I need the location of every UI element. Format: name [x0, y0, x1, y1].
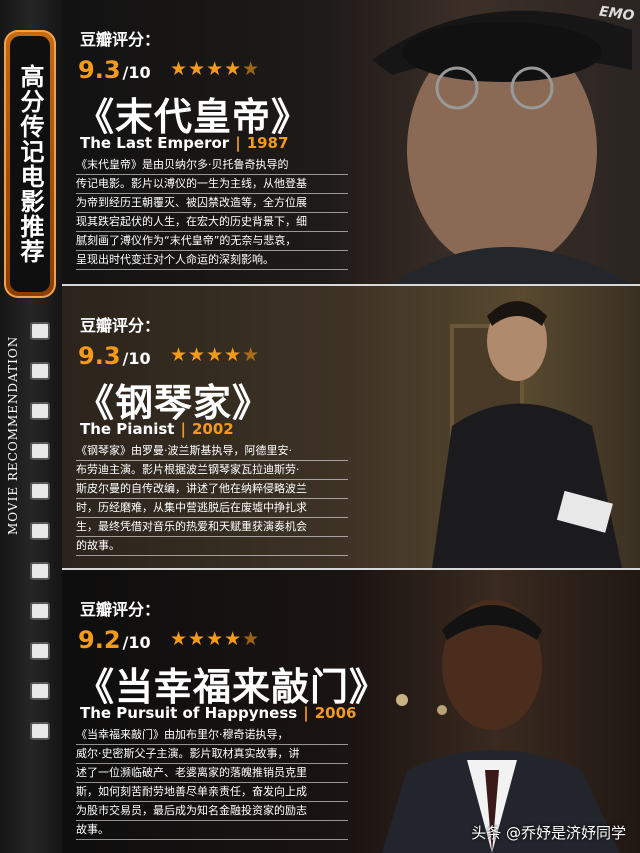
rating-stars: ★★★★★ [170, 58, 261, 80]
category-tab: 高分传记电影推荐 [4, 30, 56, 298]
movie-title-en: The Pianist | 2002 [80, 420, 234, 438]
movie-still-2 [432, 301, 622, 568]
rating-label: 豆瓣评分： [80, 30, 161, 49]
rating-score: 9.3/10 [78, 342, 151, 370]
film-strip: 高分传记电影推荐 MOVIE RECOMMENDATION [0, 0, 62, 853]
sprocket-hole [30, 442, 50, 460]
sprocket-hole [30, 402, 50, 420]
sprocket-hole [30, 722, 50, 740]
movie-description: 《当幸福来敲门》由加布里尔·穆奇诺执导， 威尔·史密斯父子主演。影片取材真实故事，… [76, 726, 348, 840]
movie-title-en: The Pursuit of Happyness | 2006 [80, 704, 357, 722]
rating-score: 9.3/10 [78, 56, 151, 84]
sprocket-hole [30, 682, 50, 700]
movie-card-1: EMO 豆瓣评分： 9.3/10 ★★★★★ 《末代皇帝》 The Last E… [62, 0, 640, 284]
rating-label: 豆瓣评分： [80, 600, 161, 619]
watermark: 头条 @乔妤是济妤同学 [471, 824, 626, 842]
vertical-caption: MOVIE RECOMMENDATION [6, 335, 20, 535]
sprocket-hole [30, 482, 50, 500]
rating-stars: ★★★★★ [170, 344, 261, 366]
rating-stars: ★★★★★ [170, 628, 261, 650]
sprocket-hole [30, 562, 50, 580]
rating-score: 9.2/10 [78, 626, 151, 654]
rating-label: 豆瓣评分： [80, 316, 161, 335]
movie-title-cn: 《末代皇帝》 [76, 95, 311, 139]
movie-still-1 [372, 10, 632, 284]
movie-still-3 [382, 600, 620, 853]
movie-title-cn: 《钢琴家》 [76, 381, 272, 425]
movie-card-2: 豆瓣评分： 9.3/10 ★★★★★ 《钢琴家》 The Pianist | 200… [62, 286, 640, 568]
category-title: 高分传记电影推荐 [10, 36, 50, 292]
movie-card-3: 豆瓣评分： 9.2/10 ★★★★★ 《当幸福来敲门》 The Pursuit … [62, 570, 640, 853]
movie-description: 《末代皇帝》是由贝纳尔多·贝托鲁奇执导的 传记电影。影片以溥仪的一生为主线，从他登… [76, 156, 348, 270]
sprocket-hole [30, 602, 50, 620]
sprocket-hole [30, 322, 50, 340]
sprocket-hole [30, 642, 50, 660]
sprocket-hole [30, 362, 50, 380]
sprocket-hole [30, 522, 50, 540]
movie-description: 《钢琴家》由罗曼·波兰斯基执导，阿德里安· 布劳迪主演。影片根据波兰钢琴家瓦拉迪斯… [76, 442, 348, 556]
movie-title-en: The Last Emperor | 1987 [80, 134, 289, 152]
movie-title-cn: 《当幸福来敲门》 [76, 665, 389, 709]
